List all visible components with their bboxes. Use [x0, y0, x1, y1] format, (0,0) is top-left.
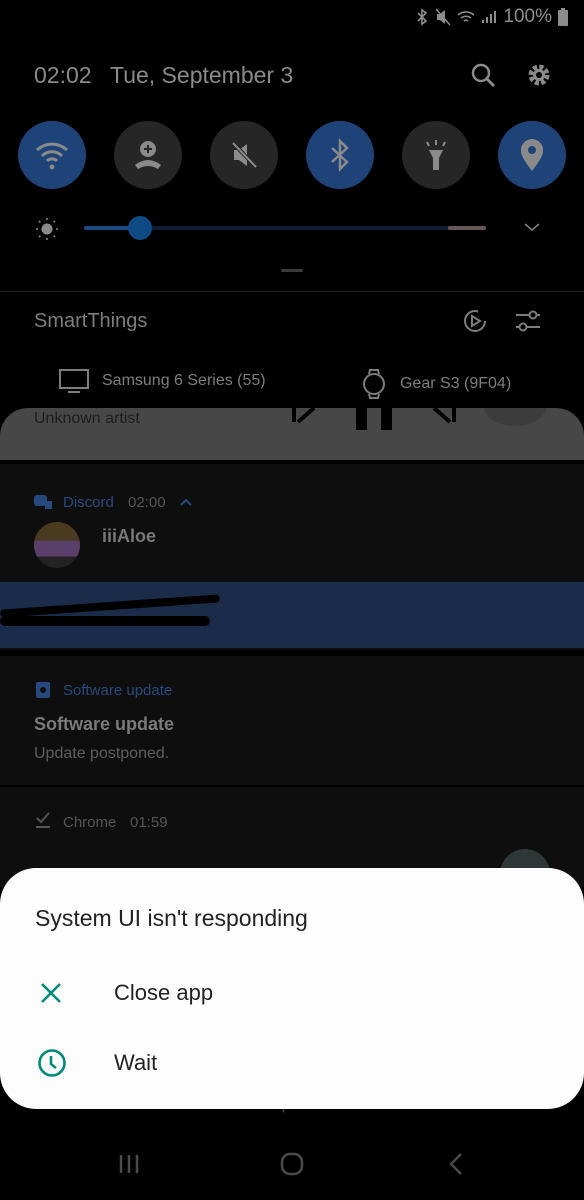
- bluetooth-icon: [331, 138, 349, 172]
- discord-icon: [34, 495, 52, 509]
- media-artist: Unknown artist: [34, 410, 140, 427]
- recents-icon: [119, 1155, 139, 1173]
- back-button[interactable]: [436, 1148, 476, 1180]
- album-art: [484, 408, 546, 426]
- drag-handle[interactable]: [281, 269, 303, 272]
- brightness-icon: [36, 218, 58, 240]
- redaction-scribble: [0, 616, 210, 626]
- settings-sliders-icon[interactable]: [514, 308, 542, 334]
- device-label: Gear S3 (9F04): [400, 375, 512, 392]
- notification-title: Software update: [34, 714, 175, 734]
- clock: 02:02: [34, 62, 92, 88]
- wait-label: Wait: [114, 1050, 158, 1075]
- sender-name: iiiAloe: [102, 526, 157, 546]
- bluetooth-icon: [417, 8, 428, 26]
- close-icon: [41, 983, 61, 1003]
- mute-icon: [231, 141, 258, 169]
- app-name: Discord: [63, 494, 114, 511]
- notification-discord[interactable]: Discord 02:00 iiiAloe: [0, 464, 584, 650]
- clock-icon: [38, 1049, 66, 1077]
- brightness-thumb[interactable]: [128, 216, 153, 240]
- media-card[interactable]: Unknown artist: [0, 408, 584, 460]
- download-done-icon: [36, 812, 50, 828]
- wifi-icon: [457, 11, 475, 22]
- watch-icon: [363, 369, 385, 399]
- brightness-outdoor-zone: [448, 226, 486, 230]
- redaction-scribble: [0, 594, 221, 618]
- app-name: Chrome: [63, 814, 117, 831]
- location-icon: [521, 139, 543, 171]
- notification-text: Update postponed.: [34, 745, 170, 762]
- device-watch[interactable]: Gear S3 (9F04): [360, 368, 511, 400]
- mute-icon: [435, 8, 451, 26]
- bluetooth-tile[interactable]: [306, 121, 374, 189]
- status-bar: 100%: [415, 6, 568, 28]
- device-tv[interactable]: Samsung 6 Series (55): [58, 368, 266, 394]
- tv-icon: [59, 369, 89, 393]
- device-label: Samsung 6 Series (55): [102, 372, 266, 389]
- next-icon[interactable]: [432, 408, 456, 424]
- call-add-icon: [135, 141, 161, 169]
- date[interactable]: Tue, September 3: [110, 62, 293, 89]
- close-app-label: Close app: [114, 980, 214, 1005]
- wifi-icon: [35, 142, 69, 170]
- wait-button[interactable]: Wait: [0, 1032, 584, 1094]
- battery-icon: [558, 8, 568, 26]
- chevron-up-icon[interactable]: [180, 498, 192, 506]
- close-app-button[interactable]: Close app: [0, 962, 584, 1024]
- location-tile[interactable]: [498, 121, 566, 189]
- dialog-title: System UI isn't responding: [35, 905, 308, 931]
- notification-software-update[interactable]: Software update Software update Update p…: [0, 656, 584, 785]
- signal-icon: [482, 11, 497, 23]
- smartthings-title: SmartThings: [34, 310, 148, 332]
- gear-icon[interactable]: [526, 62, 552, 88]
- scene-play-icon[interactable]: [462, 308, 488, 334]
- previous-icon[interactable]: [292, 408, 316, 424]
- call-tile[interactable]: [114, 121, 182, 189]
- software-update-icon: [36, 682, 50, 698]
- recents-button[interactable]: [109, 1148, 149, 1180]
- timestamp: 02:00: [128, 494, 166, 511]
- flashlight-tile[interactable]: [402, 121, 470, 189]
- battery-percent: 100%: [503, 6, 552, 27]
- home-icon: [280, 1152, 304, 1176]
- flashlight-icon: [426, 140, 446, 170]
- back-icon: [449, 1153, 462, 1175]
- avatar: [34, 522, 80, 568]
- wifi-tile[interactable]: [18, 121, 86, 189]
- home-button[interactable]: [272, 1148, 312, 1180]
- pause-icon[interactable]: [356, 408, 392, 430]
- chevron-down-icon[interactable]: [522, 220, 542, 234]
- timestamp: 01:59: [130, 814, 168, 831]
- mute-tile[interactable]: [210, 121, 278, 189]
- search-icon[interactable]: [470, 62, 496, 88]
- app-name: Software update: [63, 682, 173, 699]
- reply-bar[interactable]: [0, 582, 584, 648]
- divider: [0, 291, 584, 292]
